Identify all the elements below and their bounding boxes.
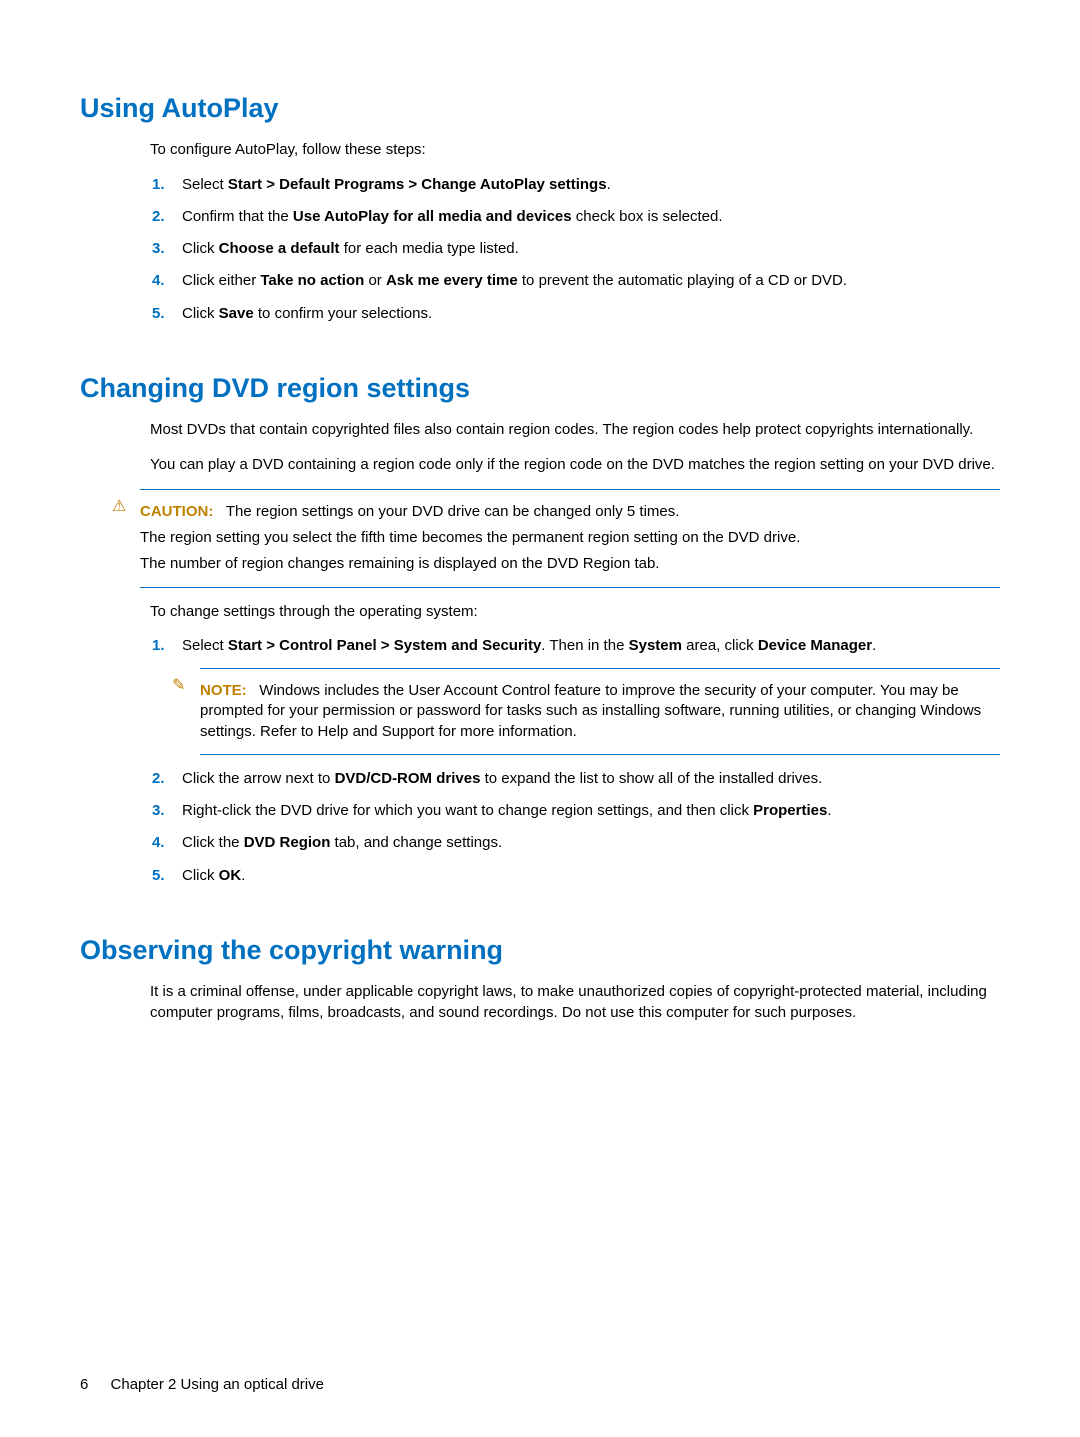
step-text: tab, and change settings. (330, 834, 502, 851)
section2-steps: 1. Select Start > Control Panel > System… (150, 636, 1000, 886)
step-text: Click the (182, 834, 244, 851)
bold-text: System (629, 637, 682, 654)
note-content: NOTE: Windows includes the User Account … (200, 681, 1000, 742)
step-text: Click (182, 867, 219, 884)
step-text: . (827, 802, 831, 819)
list-item: 4. Click the DVD Region tab, and change … (178, 833, 1000, 853)
step-number: 4. (152, 833, 165, 853)
list-item: 2. Confirm that the Use AutoPlay for all… (178, 207, 1000, 227)
caution-callout: ⚠ CAUTION: The region settings on your D… (140, 489, 1000, 588)
step-text: to confirm your selections. (254, 305, 432, 322)
step-text: Click (182, 240, 219, 257)
note-callout: ✎ NOTE: Windows includes the User Accoun… (200, 668, 1000, 755)
section3-body: It is a criminal offense, under applicab… (150, 982, 1000, 1023)
step-text: Right-click the DVD drive for which you … (182, 802, 753, 819)
step-number: 4. (152, 271, 165, 291)
section2-body: Most DVDs that contain copyrighted files… (150, 420, 1000, 886)
step-text: or (364, 272, 386, 289)
note-icon: ✎ (172, 675, 185, 697)
step-text: . (241, 867, 245, 884)
caution-icon: ⚠ (112, 496, 126, 518)
step-text: Click either (182, 272, 260, 289)
section1-steps: 1. Select Start > Default Programs > Cha… (150, 175, 1000, 324)
caution-line3: The number of region changes remaining i… (140, 554, 1000, 574)
section2-p1: Most DVDs that contain copyrighted files… (150, 420, 1000, 440)
step-text: Select (182, 637, 228, 654)
heading-using-autoplay: Using AutoPlay (80, 90, 1000, 126)
step-text: for each media type listed. (340, 240, 519, 257)
list-item: 1. Select Start > Control Panel > System… (178, 636, 1000, 755)
list-item: 1. Select Start > Default Programs > Cha… (178, 175, 1000, 195)
step-text: Click the arrow next to (182, 770, 335, 787)
list-item: 2. Click the arrow next to DVD/CD-ROM dr… (178, 769, 1000, 789)
page: Using AutoPlay To configure AutoPlay, fo… (0, 0, 1080, 1437)
section2-p2: You can play a DVD containing a region c… (150, 455, 1000, 475)
heading-observing-copyright: Observing the copyright warning (80, 932, 1000, 968)
chapter-title: Chapter 2 Using an optical drive (111, 1376, 324, 1393)
page-number: 6 (80, 1376, 88, 1393)
heading-changing-dvd-region: Changing DVD region settings (80, 370, 1000, 406)
bold-text: Ask me every time (386, 272, 518, 289)
step-number: 1. (152, 636, 165, 656)
bold-text: Save (219, 305, 254, 322)
step-text: check box is selected. (572, 208, 723, 225)
section3-p1: It is a criminal offense, under applicab… (150, 982, 1000, 1023)
step-number: 2. (152, 769, 165, 789)
step-text: Confirm that the (182, 208, 293, 225)
step-number: 3. (152, 239, 165, 259)
step-number: 3. (152, 801, 165, 821)
caution-line2: The region setting you select the fifth … (140, 528, 1000, 548)
bold-text: Take no action (260, 272, 364, 289)
list-item: 5. Click OK. (178, 866, 1000, 886)
section1-body: To configure AutoPlay, follow these step… (150, 140, 1000, 324)
step-text: . (607, 176, 611, 193)
bold-text: DVD/CD-ROM drives (335, 770, 481, 787)
step-text: to expand the list to show all of the in… (480, 770, 822, 787)
caution-label: CAUTION: (140, 503, 213, 520)
step-text: to prevent the automatic playing of a CD… (518, 272, 847, 289)
note-text: Windows includes the User Account Contro… (200, 682, 981, 740)
step-text: . (872, 637, 876, 654)
step-text: Click (182, 305, 219, 322)
list-item: 3. Right-click the DVD drive for which y… (178, 801, 1000, 821)
step-number: 5. (152, 304, 165, 324)
step-number: 1. (152, 175, 165, 195)
step-text: area, click (682, 637, 758, 654)
bold-text: Properties (753, 802, 827, 819)
step-text: . Then in the (541, 637, 628, 654)
list-item: 3. Click Choose a default for each media… (178, 239, 1000, 259)
section2-p3: To change settings through the operating… (150, 602, 1000, 622)
bold-text: Start > Control Panel > System and Secur… (228, 637, 541, 654)
bold-text: Choose a default (219, 240, 340, 257)
step-number: 2. (152, 207, 165, 227)
list-item: 5. Click Save to confirm your selections… (178, 304, 1000, 324)
bold-text: Use AutoPlay for all media and devices (293, 208, 572, 225)
section1-intro: To configure AutoPlay, follow these step… (150, 140, 1000, 160)
bold-text: DVD Region (244, 834, 331, 851)
note-label: NOTE: (200, 682, 247, 699)
bold-text: Device Manager (758, 637, 872, 654)
step-text: Select (182, 176, 228, 193)
step-number: 5. (152, 866, 165, 886)
bold-text: Start > Default Programs > Change AutoPl… (228, 176, 607, 193)
caution-text: The region settings on your DVD drive ca… (226, 503, 680, 520)
page-footer: 6 Chapter 2 Using an optical drive (80, 1375, 324, 1395)
caution-line1: CAUTION: The region settings on your DVD… (140, 502, 1000, 522)
bold-text: OK (219, 867, 242, 884)
list-item: 4. Click either Take no action or Ask me… (178, 271, 1000, 291)
